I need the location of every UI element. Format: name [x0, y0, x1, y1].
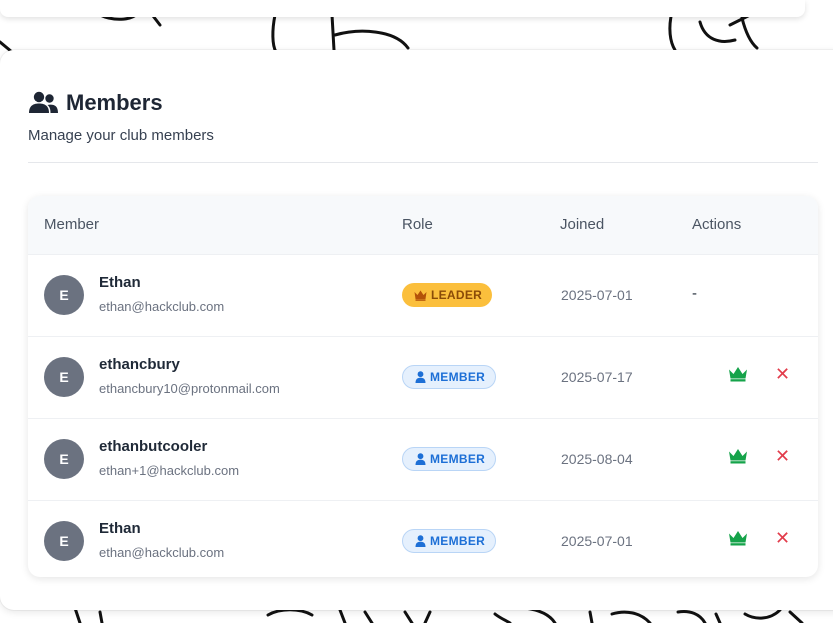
joined-date: 2025-08-04	[561, 451, 633, 467]
crown-icon	[729, 367, 747, 382]
column-header-actions: Actions	[692, 216, 742, 233]
role-badge-member: MEMBER	[402, 529, 497, 553]
promote-button[interactable]	[728, 448, 748, 469]
column-header-member: Member	[44, 216, 100, 233]
no-actions: -	[692, 285, 697, 302]
member-email: ethan+1@hackclub.com	[99, 463, 240, 478]
role-badge-member: MEMBER	[402, 365, 497, 389]
role-badge-leader: LEADER	[402, 283, 493, 307]
member-name: ethancbury	[99, 356, 180, 373]
joined-date: 2025-07-17	[561, 369, 633, 385]
crown-icon	[729, 449, 747, 464]
role-label: MEMBER	[430, 452, 486, 466]
avatar: E	[44, 275, 84, 315]
users-icon	[28, 91, 58, 115]
remove-button[interactable]: ✕	[775, 365, 790, 383]
table-row: E ethanbutcooler ethan+1@hackclub.com ME…	[28, 418, 818, 500]
members-card: Members Manage your club members Member …	[0, 50, 833, 610]
promote-button[interactable]	[728, 530, 748, 551]
table-row: E ethancbury ethancbury10@protonmail.com…	[28, 336, 818, 418]
close-icon: ✕	[775, 364, 791, 384]
promote-button[interactable]	[728, 366, 748, 387]
user-icon	[415, 453, 426, 465]
role-badge-member: MEMBER	[402, 447, 497, 471]
members-header: Members Manage your club members	[28, 88, 818, 144]
table-row: E Ethan ethan@hackclub.com MEMBER 2025-0…	[28, 500, 818, 577]
member-email: ethancbury10@protonmail.com	[99, 381, 280, 396]
crown-icon	[729, 531, 747, 546]
page-subtitle: Manage your club members	[28, 127, 214, 144]
header-divider	[28, 162, 818, 163]
role-label: MEMBER	[430, 534, 486, 548]
top-panel-edge	[0, 0, 805, 17]
user-icon	[415, 535, 426, 547]
column-header-role: Role	[402, 216, 433, 233]
column-header-joined: Joined	[560, 216, 605, 233]
member-email: ethan@hackclub.com	[99, 299, 225, 314]
remove-button[interactable]: ✕	[775, 447, 790, 465]
close-icon: ✕	[775, 446, 791, 466]
members-table: Member Role Joined Actions E Ethan ethan…	[28, 196, 818, 577]
member-email: ethan@hackclub.com	[99, 545, 225, 560]
avatar: E	[44, 439, 84, 479]
role-label: LEADER	[431, 288, 483, 302]
joined-date: 2025-07-01	[561, 533, 633, 549]
member-name: ethanbutcooler	[99, 438, 208, 455]
joined-date: 2025-07-01	[561, 287, 633, 303]
avatar: E	[44, 521, 84, 561]
remove-button[interactable]: ✕	[775, 529, 790, 547]
close-icon: ✕	[775, 528, 791, 548]
member-name: Ethan	[99, 520, 141, 537]
user-icon	[415, 371, 426, 383]
crown-icon	[414, 290, 427, 301]
table-header: Member Role Joined Actions	[28, 196, 818, 254]
member-name: Ethan	[99, 274, 141, 291]
avatar: E	[44, 357, 84, 397]
role-label: MEMBER	[430, 370, 486, 384]
table-row: E Ethan ethan@hackclub.com LEADER 2025-0…	[28, 254, 818, 336]
page-title: Members	[66, 90, 163, 115]
